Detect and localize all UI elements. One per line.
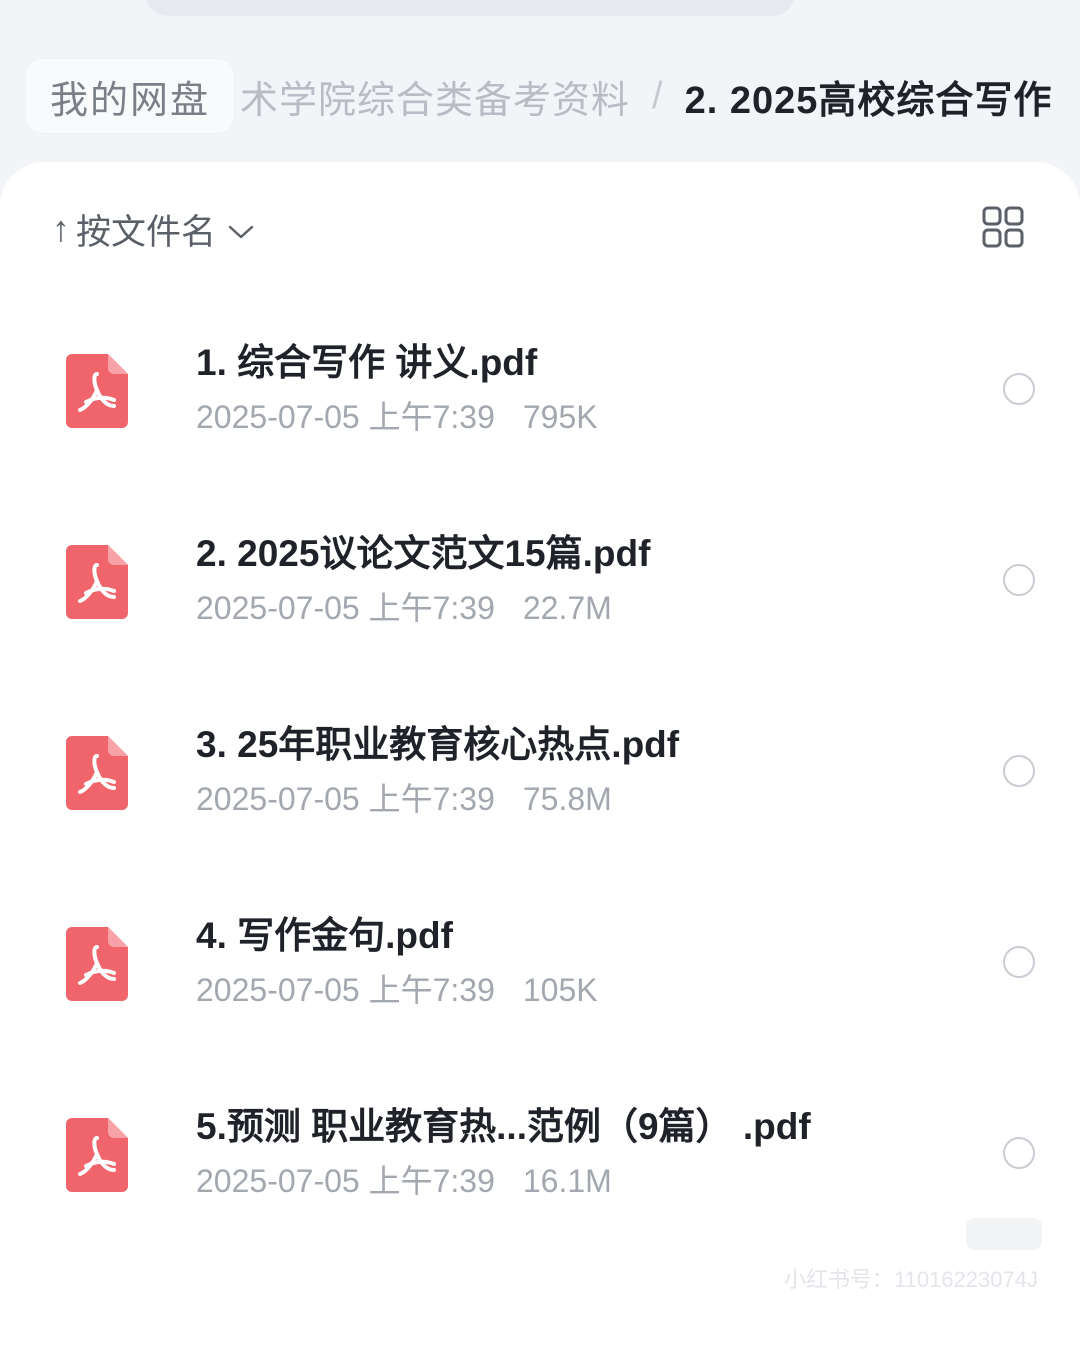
- file-size: 22.7M: [522, 590, 612, 626]
- breadcrumb: 我的网盘 术学院综合类备考资料 / 2. 2025高校综合写作: [0, 56, 1080, 136]
- sort-label: 按文件名: [76, 212, 217, 252]
- select-checkbox[interactable]: [1003, 946, 1035, 978]
- file-size: 105K: [522, 972, 598, 1008]
- file-row[interactable]: 4. 写作金句.pdf 2025-07-05 上午7:39 105K: [0, 899, 1080, 1039]
- file-name: 4. 写作金句.pdf: [196, 915, 453, 956]
- file-meta: 2025-07-05 上午7:39 795K: [196, 392, 598, 438]
- search-bar[interactable]: [145, 0, 795, 16]
- file-date: 2025-07-05 上午7:39: [196, 972, 495, 1008]
- pdf-icon: [66, 736, 128, 810]
- watermark-logo: [966, 1218, 1042, 1250]
- pdf-icon: [66, 354, 128, 428]
- file-meta: 2025-07-05 上午7:39 105K: [196, 965, 598, 1011]
- grid-icon[interactable]: [982, 206, 1024, 248]
- file-row[interactable]: 5.预测 职业教育热...范例（9篇） .pdf 2025-07-05 上午7:…: [0, 1090, 1080, 1230]
- pdf-icon: [66, 927, 128, 1001]
- pdf-icon: [66, 545, 128, 619]
- file-date: 2025-07-05 上午7:39: [196, 590, 495, 626]
- file-list-panel: ↑ 按文件名 1. 综合写作 讲义.pdf 2025-07-05 上午7:39 7…: [0, 162, 1080, 1362]
- pdf-icon: [66, 1118, 128, 1192]
- watermark-text: 小红书号：11016223074J: [784, 1267, 1038, 1292]
- file-date: 2025-07-05 上午7:39: [196, 781, 495, 817]
- file-meta: 2025-07-05 上午7:39 75.8M: [196, 774, 612, 820]
- file-name: 5.预测 职业教育热...范例（9篇） .pdf: [196, 1106, 811, 1147]
- file-date: 2025-07-05 上午7:39: [196, 399, 495, 435]
- chevron-down-icon: [228, 209, 254, 249]
- select-checkbox[interactable]: [1003, 373, 1035, 405]
- file-size: 75.8M: [522, 781, 612, 817]
- file-row[interactable]: 1. 综合写作 讲义.pdf 2025-07-05 上午7:39 795K: [0, 326, 1080, 466]
- breadcrumb-separator: /: [652, 74, 663, 117]
- breadcrumb-current-folder: 2. 2025高校综合写作: [684, 79, 1053, 122]
- sort-button[interactable]: ↑ 按文件名: [52, 204, 254, 254]
- sort-direction-icon: ↑: [52, 208, 70, 249]
- file-size: 795K: [522, 399, 598, 435]
- breadcrumb-root-my-drive[interactable]: 我的网盘: [26, 59, 235, 133]
- file-meta: 2025-07-05 上午7:39 16.1M: [196, 1156, 612, 1202]
- file-row[interactable]: 3. 25年职业教育核心热点.pdf 2025-07-05 上午7:39 75.8…: [0, 708, 1080, 848]
- breadcrumb-parent-folder[interactable]: 术学院综合类备考资料: [240, 69, 630, 124]
- file-meta: 2025-07-05 上午7:39 22.7M: [196, 583, 612, 629]
- file-name: 2. 2025议论文范文15篇.pdf: [196, 533, 651, 574]
- file-size: 16.1M: [522, 1163, 612, 1199]
- file-date: 2025-07-05 上午7:39: [196, 1163, 495, 1199]
- file-row[interactable]: 2. 2025议论文范文15篇.pdf 2025-07-05 上午7:39 22.…: [0, 517, 1080, 657]
- file-name: 1. 综合写作 讲义.pdf: [196, 342, 538, 383]
- file-name: 3. 25年职业教育核心热点.pdf: [196, 724, 680, 765]
- select-checkbox[interactable]: [1003, 755, 1035, 787]
- select-checkbox[interactable]: [1003, 564, 1035, 596]
- select-checkbox[interactable]: [1003, 1137, 1035, 1169]
